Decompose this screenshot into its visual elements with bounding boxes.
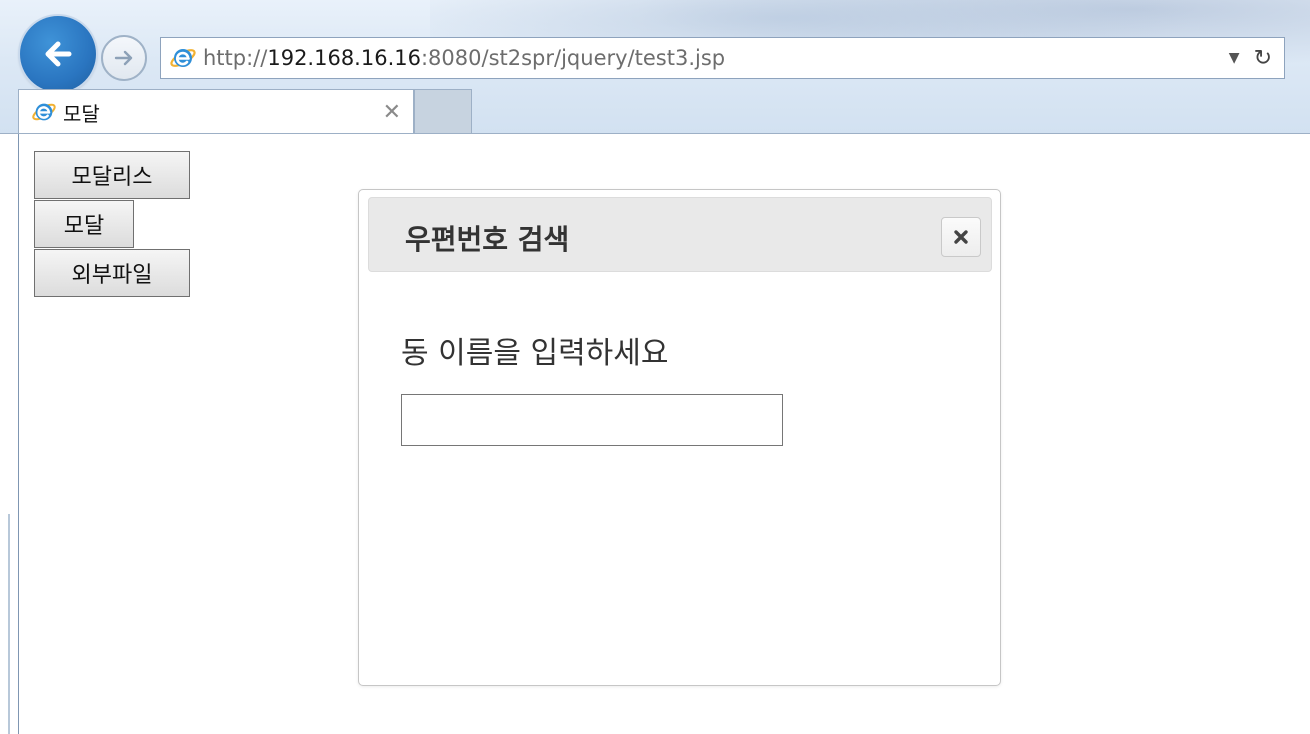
close-x-icon (954, 230, 968, 244)
dialog-title: 우편번호 검색 (405, 223, 570, 256)
url-text[interactable]: http://192.168.16.16:8080/st2spr/jquery/… (203, 46, 1229, 70)
modeless-button[interactable]: 모달리스 (34, 151, 190, 199)
zipcode-search-dialog: 우편번호 검색 동 이름을 입력하세요 (358, 189, 1001, 686)
dialog-close-button[interactable] (941, 217, 981, 257)
ie-logo-icon (169, 44, 197, 72)
back-button[interactable] (20, 16, 96, 92)
url-host: 192.168.16.16 (267, 46, 421, 70)
forward-arrow-icon (114, 50, 133, 66)
address-bar[interactable]: http://192.168.16.16:8080/st2spr/jquery/… (160, 37, 1285, 79)
dialog-header[interactable]: 우편번호 검색 (368, 197, 992, 272)
browser-chrome: http://192.168.16.16:8080/st2spr/jquery/… (0, 0, 1310, 134)
refresh-icon[interactable]: ↻ (1254, 46, 1272, 71)
dong-name-label: 동 이름을 입력하세요 (401, 336, 669, 371)
url-path: :8080/st2spr/jquery/test3.jsp (420, 46, 726, 70)
tab-close-icon[interactable]: ✕ (383, 100, 401, 125)
tab-title: 모달 (63, 101, 100, 126)
url-scheme: http:// (203, 46, 268, 70)
new-tab-button[interactable] (414, 89, 472, 134)
dong-name-input[interactable] (401, 394, 783, 446)
back-arrow-icon (45, 41, 72, 67)
browser-tab-active[interactable]: 모달 ✕ (18, 89, 414, 134)
external-file-button[interactable]: 외부파일 (34, 249, 190, 297)
forward-button[interactable] (101, 35, 147, 81)
window-left-edge (0, 134, 18, 734)
ie-logo-icon (31, 99, 57, 125)
address-dropdown-icon[interactable]: ▼ (1229, 50, 1240, 66)
modal-button[interactable]: 모달 (34, 200, 134, 248)
